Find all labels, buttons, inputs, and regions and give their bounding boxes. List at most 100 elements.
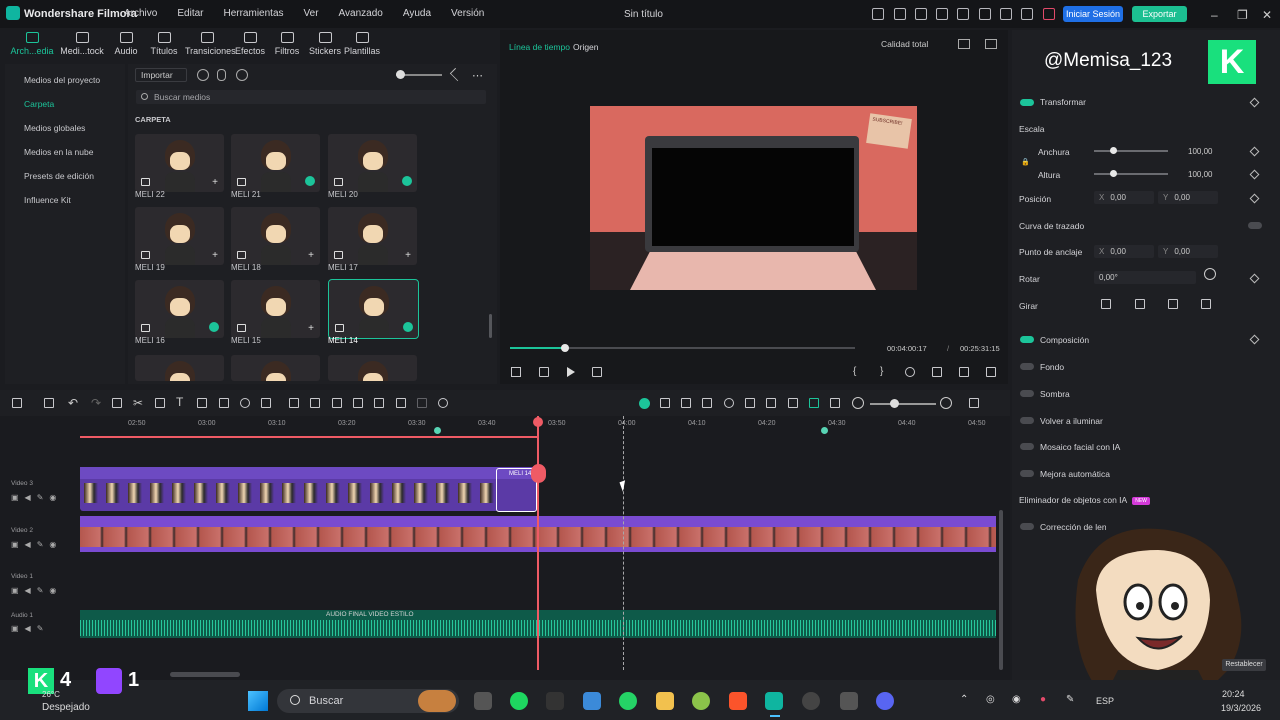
select-icon[interactable] xyxy=(44,398,54,408)
tab-timeline[interactable]: Línea de tiempo xyxy=(509,42,570,52)
nav-project-media[interactable]: Medios del proyecto xyxy=(24,75,100,85)
grid-icon[interactable] xyxy=(958,39,970,49)
menu-archivo[interactable]: Archivo xyxy=(124,8,157,19)
rotate-left-icon[interactable] xyxy=(1168,299,1178,309)
nav-edit-presets[interactable]: Presets de edición xyxy=(24,171,94,181)
export-button[interactable]: Exportar xyxy=(1132,6,1187,22)
render-icon[interactable] xyxy=(660,398,670,408)
lightbulb-icon[interactable] xyxy=(915,8,927,20)
send-icon[interactable] xyxy=(894,8,906,20)
mic-record-icon[interactable] xyxy=(766,398,776,408)
brave-icon[interactable] xyxy=(729,692,747,710)
background-toggle[interactable] xyxy=(1020,363,1034,370)
width-value[interactable]: 100,00 xyxy=(1188,147,1212,156)
obs-icon[interactable] xyxy=(802,692,820,710)
crop-icon[interactable] xyxy=(155,398,165,408)
text-ai-icon[interactable] xyxy=(289,398,299,408)
split-icon[interactable]: ✂ xyxy=(133,396,143,410)
shadow-label[interactable]: Sombra xyxy=(1040,389,1070,399)
chevron-up-icon[interactable]: ⌃ xyxy=(960,694,968,705)
layout-icon[interactable] xyxy=(12,398,22,408)
cloud-icon[interactable] xyxy=(979,8,991,20)
width-slider[interactable] xyxy=(1094,150,1168,152)
mark-in-icon[interactable]: { xyxy=(853,366,856,377)
media-thumb-partial[interactable] xyxy=(231,355,320,381)
menu-avanzado[interactable]: Avanzado xyxy=(339,8,383,19)
view-options-icon[interactable] xyxy=(969,398,979,408)
mic-tray-icon[interactable]: ● xyxy=(1040,694,1046,705)
layout-icon[interactable] xyxy=(936,8,948,20)
login-button[interactable]: Iniciar Sesión xyxy=(1063,6,1123,22)
camera-icon[interactable] xyxy=(932,367,942,377)
media-thumb-partial[interactable] xyxy=(135,355,224,381)
more-icon[interactable]: ⋯ xyxy=(472,69,483,82)
app-icon[interactable] xyxy=(546,692,564,710)
tray-icon[interactable]: ◉ xyxy=(1012,694,1021,705)
nav-global-media[interactable]: Medios globales xyxy=(24,123,85,133)
snapshot-icon[interactable] xyxy=(985,39,997,49)
media-search-input[interactable]: Buscar medios xyxy=(136,90,486,104)
media-thumb-partial[interactable] xyxy=(328,355,417,381)
spotify-icon[interactable] xyxy=(510,692,528,710)
motion-icon[interactable] xyxy=(374,398,384,408)
prev-frame-icon[interactable] xyxy=(511,367,521,377)
rotate-dial-icon[interactable] xyxy=(1204,268,1216,280)
screen-record-icon[interactable] xyxy=(236,69,248,81)
timeline-scrollbar[interactable] xyxy=(170,672,240,677)
shield-icon[interactable] xyxy=(745,398,755,408)
volume-icon[interactable] xyxy=(959,367,969,377)
filmora-taskbar-icon[interactable] xyxy=(765,692,783,710)
nav-cloud-media[interactable]: Medios en la nube xyxy=(24,147,93,157)
lock-icon[interactable]: 🔒 xyxy=(1021,158,1030,166)
ruler-marker[interactable] xyxy=(434,427,441,434)
search-highlight-icon[interactable] xyxy=(418,690,456,712)
media-thumb-meli-19[interactable]: + xyxy=(135,207,224,265)
cart-icon[interactable] xyxy=(1043,8,1055,20)
pip-icon[interactable] xyxy=(830,398,840,408)
menu-version[interactable]: Versión xyxy=(451,8,484,19)
weather-temp[interactable]: 26°C xyxy=(42,690,60,699)
auto-enhance-toggle[interactable] xyxy=(1020,470,1034,477)
composition-heading[interactable]: Composición xyxy=(1040,335,1089,345)
height-value[interactable]: 100,00 xyxy=(1188,170,1212,179)
media-thumb-meli-17[interactable]: + xyxy=(328,207,417,265)
windows-start-icon[interactable] xyxy=(248,691,268,711)
speed-icon[interactable] xyxy=(197,398,207,408)
timeline-zoom-slider[interactable] xyxy=(870,403,936,405)
tool-transitions[interactable]: Transiciones xyxy=(185,32,236,56)
zoom-slider-knob[interactable] xyxy=(396,70,405,79)
app-icon[interactable] xyxy=(840,692,858,710)
rotate-field[interactable]: 0,00° xyxy=(1094,271,1196,284)
width-slider-knob[interactable] xyxy=(1110,147,1117,154)
timeline-vscrollbar[interactable] xyxy=(999,510,1003,670)
play-frame-icon[interactable] xyxy=(539,367,549,377)
mark-out-icon[interactable]: } xyxy=(880,366,883,377)
shadow-toggle[interactable] xyxy=(1020,390,1034,397)
height-slider[interactable] xyxy=(1094,173,1168,175)
relight-label[interactable]: Volver a iluminar xyxy=(1040,416,1103,426)
flip-horizontal-icon[interactable] xyxy=(1101,299,1111,309)
file-explorer-icon[interactable] xyxy=(656,692,674,710)
ai-tool-icon[interactable] xyxy=(438,398,448,408)
track-controls-video3[interactable]: ▣◀✎◉ xyxy=(11,493,62,502)
media-thumb-meli-18[interactable]: + xyxy=(231,207,320,265)
lens-correction-toggle[interactable] xyxy=(1020,523,1034,530)
language-indicator[interactable]: ESP xyxy=(1096,696,1114,706)
face-mosaic-label[interactable]: Mosaico facial con IA xyxy=(1040,442,1120,452)
tool-media[interactable]: Arch...edia xyxy=(10,32,54,56)
record-icon[interactable] xyxy=(197,69,209,81)
gift-icon[interactable] xyxy=(872,8,884,20)
pen-icon[interactable] xyxy=(219,398,229,408)
face-mosaic-toggle[interactable] xyxy=(1020,443,1034,450)
save-icon[interactable] xyxy=(957,8,969,20)
app-icon[interactable] xyxy=(692,692,710,710)
stabilize-icon[interactable] xyxy=(353,398,363,408)
timeline-zoom-knob[interactable] xyxy=(890,399,899,408)
auto-enhance-label[interactable]: Mejora automática xyxy=(1040,469,1110,479)
import-button[interactable]: Importar xyxy=(135,68,187,82)
mixer-icon[interactable] xyxy=(788,398,798,408)
marker-icon[interactable] xyxy=(681,398,691,408)
transform-heading[interactable]: Transformar xyxy=(1040,97,1086,107)
minimize-icon[interactable]: – xyxy=(1211,8,1218,22)
tray-icon[interactable]: ◎ xyxy=(986,694,995,705)
